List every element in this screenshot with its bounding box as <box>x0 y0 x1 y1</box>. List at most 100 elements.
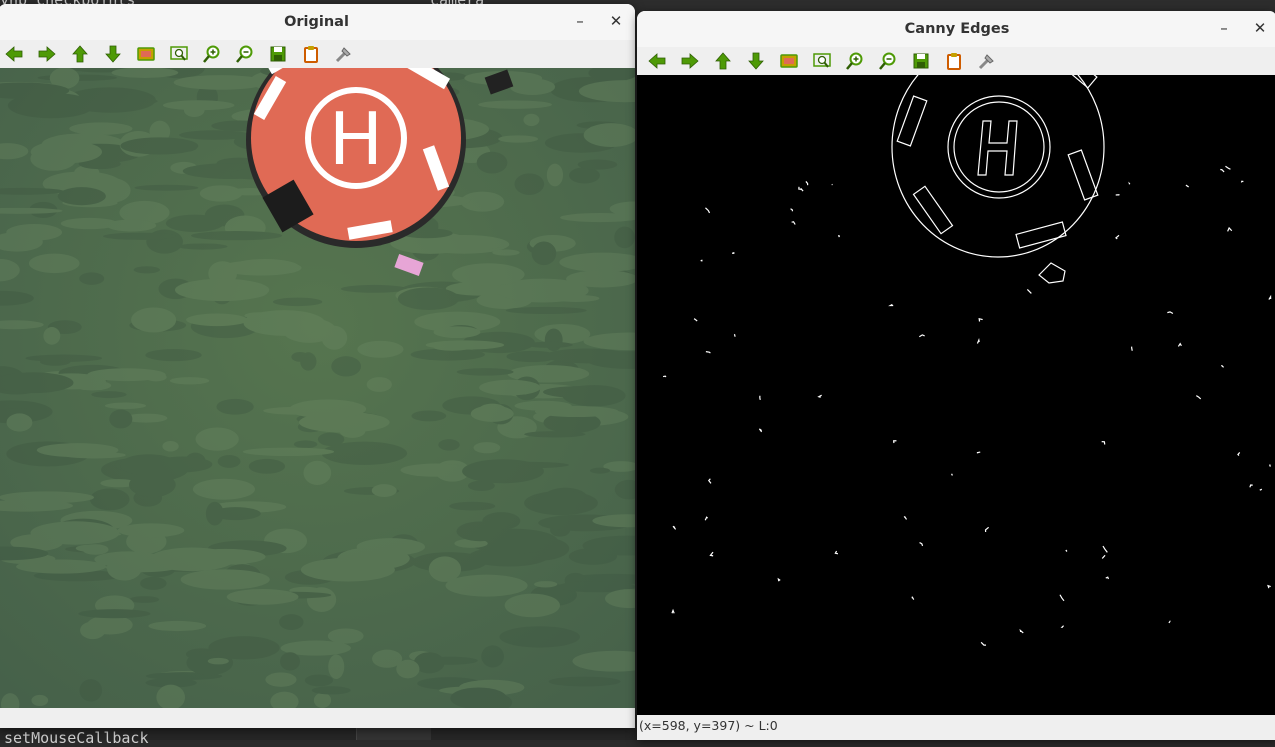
window-title: Original <box>0 4 635 40</box>
properties-icon[interactable] <box>975 50 999 72</box>
toolbar <box>637 47 1275 75</box>
arrow-down-icon[interactable] <box>101 43 125 65</box>
background-text-bottom: setMouseCallback <box>4 729 149 747</box>
edge-fragment <box>778 579 780 581</box>
edge-fragment <box>819 395 822 397</box>
status-text: (x=598, y=397) ~ L:0 <box>639 718 778 733</box>
zoom-region-icon[interactable] <box>167 43 191 65</box>
edge-fragment <box>986 527 989 532</box>
close-button[interactable]: ✕ <box>1245 11 1275 47</box>
arrow-right-icon[interactable] <box>35 43 59 65</box>
minimize-button[interactable]: – <box>1209 11 1239 47</box>
edge-fragment <box>1103 546 1107 552</box>
edge-fragment <box>979 319 982 322</box>
edge-fragment <box>1270 464 1271 466</box>
edge-fragment <box>1167 312 1173 314</box>
edge-fragment <box>1027 289 1031 293</box>
edge-fragment <box>705 208 709 213</box>
edge-fragment <box>912 597 914 600</box>
edge-fragment <box>919 335 924 337</box>
edge-fragment <box>977 340 979 343</box>
edge-fragment <box>1241 181 1243 182</box>
edge-fragment <box>904 517 907 520</box>
copy-icon[interactable] <box>942 50 966 72</box>
edge-fragment <box>1228 228 1232 231</box>
edge-fragment <box>981 642 986 645</box>
zoom-in-icon[interactable] <box>200 43 224 65</box>
edge-fragment <box>672 610 674 613</box>
edge-fragment <box>673 526 676 529</box>
close-button[interactable]: ✕ <box>601 4 631 40</box>
edge-fragment <box>792 222 796 225</box>
edge-fragment <box>1186 185 1189 187</box>
zoom-out-icon[interactable] <box>233 43 257 65</box>
edge-fragment <box>709 479 711 484</box>
edge-fragment <box>894 441 897 443</box>
edge-fragment <box>1132 347 1133 351</box>
copy-icon[interactable] <box>299 43 323 65</box>
image-original[interactable]: H <box>0 68 635 708</box>
edge-fragment <box>706 352 711 353</box>
save-icon[interactable] <box>909 50 933 72</box>
statusbar <box>0 708 635 728</box>
edge-helipad-circle-inner <box>954 102 1044 192</box>
edge-lines <box>892 75 1104 283</box>
edge-fragment <box>701 260 702 261</box>
edge-fragment <box>1220 170 1224 172</box>
edge-fragment <box>1222 365 1224 367</box>
window-canny-edges: Canny Edges – ✕ (x=598, y=397) ~ L:0 <box>637 11 1275 740</box>
edge-fragment <box>835 551 838 554</box>
edge-fragment <box>1129 184 1130 185</box>
edge-stripe <box>1051 75 1097 88</box>
arrow-left-icon[interactable] <box>645 50 669 72</box>
edge-fragment <box>1106 577 1109 579</box>
background-gutter <box>356 728 431 740</box>
zoom-region-icon[interactable] <box>810 50 834 72</box>
edge-fragment <box>1225 166 1230 169</box>
edge-fragment <box>977 452 980 453</box>
zoom-fit-icon[interactable] <box>777 50 801 72</box>
titlebar[interactable]: Original – ✕ <box>0 4 635 41</box>
edge-fragment <box>1060 595 1064 601</box>
edge-fragment <box>1062 626 1064 628</box>
zoom-in-icon[interactable] <box>843 50 867 72</box>
arrow-right-icon[interactable] <box>678 50 702 72</box>
edge-fragment <box>1268 586 1271 589</box>
edge-fragment <box>663 376 666 377</box>
window-title: Canny Edges <box>637 11 1275 47</box>
edge-fragment <box>1103 555 1106 558</box>
titlebar[interactable]: Canny Edges – ✕ <box>637 11 1275 48</box>
edge-fragment <box>705 517 707 520</box>
edge-fragment <box>1178 344 1181 347</box>
edge-stripe <box>914 186 953 233</box>
edge-fragment <box>732 253 734 254</box>
edge-fragment <box>806 181 808 185</box>
edge-helipad-letter <box>978 121 1017 175</box>
edge-fragment <box>759 429 761 432</box>
edge-fragment <box>890 304 893 305</box>
edge-fragment <box>920 543 923 546</box>
image-canny-edges[interactable] <box>637 75 1275 715</box>
arrow-left-icon[interactable] <box>2 43 26 65</box>
edge-fragment <box>710 552 713 556</box>
minimize-button[interactable]: – <box>565 4 595 40</box>
edge-fragment <box>791 209 793 212</box>
arrow-up-icon[interactable] <box>68 43 92 65</box>
zoom-fit-icon[interactable] <box>134 43 158 65</box>
edge-fragment <box>839 235 840 237</box>
arrow-down-icon[interactable] <box>744 50 768 72</box>
edge-fragment <box>1238 452 1240 455</box>
toolbar <box>0 40 635 68</box>
edge-fragment <box>1116 235 1119 239</box>
edge-fragment <box>1066 550 1067 552</box>
save-icon[interactable] <box>266 43 290 65</box>
edge-helipad-circle-outer <box>948 96 1050 198</box>
edge-fragment <box>799 187 802 190</box>
edge-fragment <box>952 474 953 476</box>
edge-fragment <box>694 319 697 321</box>
arrow-up-icon[interactable] <box>711 50 735 72</box>
edge-stripe <box>897 96 927 146</box>
zoom-out-icon[interactable] <box>876 50 900 72</box>
edge-fragment <box>1169 621 1171 623</box>
properties-icon[interactable] <box>332 43 356 65</box>
